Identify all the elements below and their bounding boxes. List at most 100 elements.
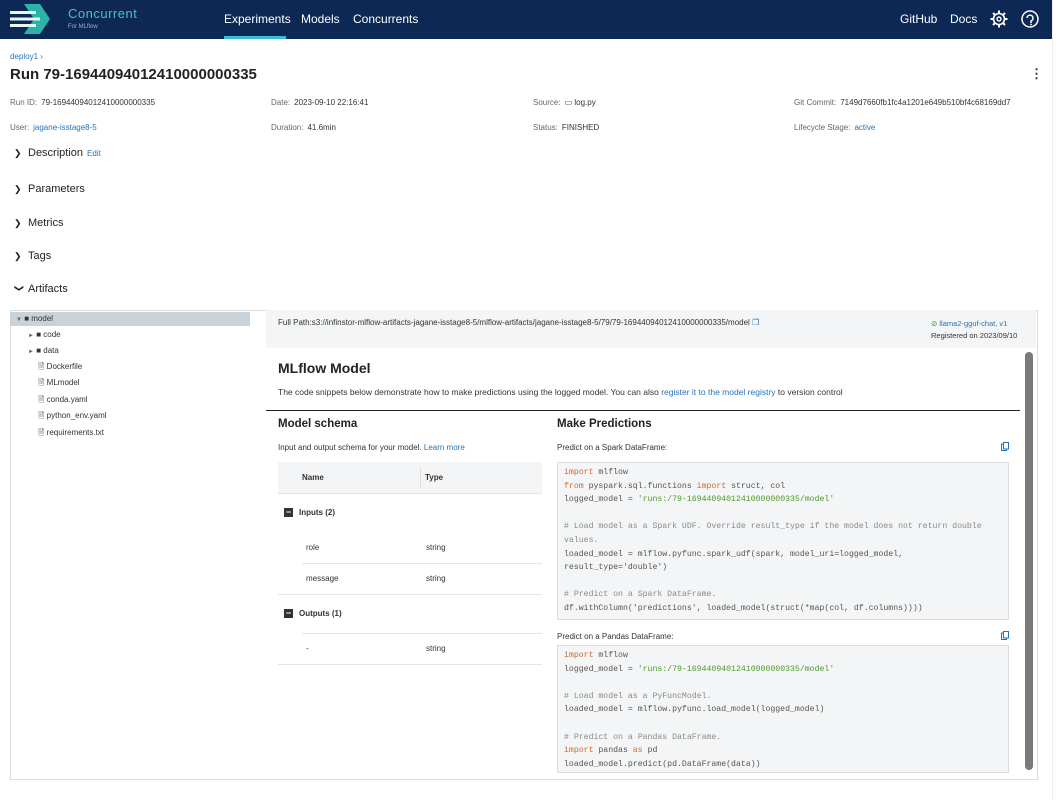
spark-code-snippet[interactable]: import mlflow from pyspark.sql.functions… — [557, 462, 1009, 620]
run-id-value: 79-16944094012410000000335 — [41, 98, 156, 107]
tree-item-label: conda.yaml — [46, 395, 88, 404]
schema-outputs-group[interactable]: − Outputs (1) — [284, 609, 342, 618]
breadcrumb-separator: › — [40, 52, 43, 61]
breadcrumb-link[interactable]: deploy1 — [10, 52, 38, 61]
collapse-icon[interactable]: − — [284, 609, 293, 618]
run-id: Run ID: 79-16944094012410000000335 — [10, 98, 155, 107]
tree-item-file[interactable]: 🗎 MLmodel — [38, 376, 80, 390]
caret-right-icon: ► — [28, 333, 34, 339]
page-title: Run 79-16944094012410000000335 — [10, 66, 257, 83]
source-value[interactable]: log.py — [574, 98, 595, 107]
column-header-name: Name — [302, 473, 324, 482]
pandas-label: Predict on a Pandas DataFrame: — [557, 632, 674, 641]
schema-description: Input and output schema for your model. … — [278, 443, 465, 452]
tree-item-model[interactable]: ▼ ■ model — [10, 312, 250, 326]
schema-inputs-group[interactable]: − Inputs (2) — [284, 508, 335, 517]
copy-icon[interactable] — [1001, 631, 1009, 640]
row-divider — [278, 594, 542, 595]
registered-model-link[interactable]: ⊘ llama2-gguf-chat, v1 — [931, 318, 1017, 330]
schema-output-name: - — [306, 644, 309, 653]
registered-on: Registered on 2023/09/10 — [931, 331, 1018, 340]
row-divider — [302, 563, 542, 564]
file-icon: 🗎 — [38, 362, 45, 371]
duration-label: Duration: — [271, 123, 304, 132]
schema-output-type: string — [426, 644, 446, 653]
full-path-text: Full Path:s3://infinstor-mlflow-artifact… — [278, 318, 750, 327]
section-metrics[interactable]: ❯ Metrics — [14, 217, 63, 229]
make-predictions-title: Make Predictions — [557, 418, 652, 430]
git-commit: Git Commit: 7149d7660fb1fc4a1201e649b510b… — [794, 98, 1011, 107]
file-icon: ▭ — [564, 98, 573, 107]
section-parameters[interactable]: ❯ Parameters — [14, 183, 85, 195]
mlflow-model-title: MLflow Model — [278, 360, 371, 376]
tree-item-code[interactable]: ► ■ code — [28, 328, 61, 342]
duration-value: 41.6min — [307, 123, 336, 132]
run-source: Source: ▭ log.py — [533, 98, 596, 107]
file-icon: 🗎 — [38, 378, 45, 387]
model-schema-title: Model schema — [278, 418, 358, 430]
support-icon[interactable] — [1021, 10, 1039, 28]
tree-item-label: requirements.txt — [46, 428, 105, 437]
nav-docs[interactable]: Docs — [950, 0, 977, 39]
brand-name: Concurrent — [68, 6, 138, 21]
brand-subtitle: For MLflow — [68, 24, 98, 30]
file-icon: 🗎 — [38, 395, 45, 404]
mlflow-model-description: The code snippets below demonstrate how … — [278, 387, 843, 397]
caret-right-icon: ► — [28, 349, 34, 355]
user-link[interactable]: jagane-isstage8-5 — [33, 123, 97, 132]
check-circle-icon: ⊘ — [931, 319, 938, 328]
chevron-right-icon: ❯ — [14, 184, 22, 194]
tree-item-file[interactable]: 🗎 conda.yaml — [38, 393, 88, 407]
window-edge — [1052, 0, 1058, 800]
more-options-icon[interactable]: ⋮ — [1030, 66, 1043, 82]
learn-more-link[interactable]: Learn more — [424, 443, 465, 452]
row-divider — [278, 664, 542, 665]
inputs-label: Inputs (2) — [299, 508, 335, 517]
registered-model-name[interactable]: llama2-gguf-chat, v1 — [939, 319, 1007, 328]
run-duration: Duration: 41.6min — [271, 123, 336, 132]
logo-icon — [10, 4, 50, 34]
tree-item-label: python_env.yaml — [46, 411, 107, 420]
nav-experiments[interactable]: Experiments — [224, 0, 291, 39]
register-model-link[interactable]: register it to the model registry — [661, 387, 775, 397]
tree-item-label: Dockerfile — [46, 362, 83, 371]
section-description[interactable]: ❯ Description Edit — [14, 147, 101, 159]
artifact-path-bar — [266, 310, 1036, 348]
lifecycle-stage: Lifecycle Stage: active — [794, 123, 875, 132]
artifact-tree: ▼ ■ model ► ■ code ► ■ data 🗎 Dockerfile… — [10, 310, 250, 780]
run-status: Status: FINISHED — [533, 123, 599, 132]
desc-text: The code snippets below demonstrate how … — [278, 387, 662, 397]
tree-item-label: code — [43, 330, 61, 339]
copy-icon[interactable]: ❐ — [752, 318, 759, 327]
caret-down-icon: ▼ — [16, 317, 22, 323]
tree-item-data[interactable]: ► ■ data — [28, 344, 59, 358]
breadcrumb[interactable]: deploy1 › — [10, 52, 43, 61]
file-icon: 🗎 — [38, 428, 45, 437]
spark-label: Predict on a Spark DataFrame: — [557, 443, 668, 452]
gear-icon[interactable] — [990, 10, 1008, 28]
status-value: FINISHED — [561, 123, 600, 132]
collapse-icon[interactable]: − — [284, 508, 293, 517]
tree-item-file[interactable]: 🗎 requirements.txt — [38, 426, 104, 440]
tree-item-file[interactable]: 🗎 Dockerfile — [38, 360, 82, 374]
schema-desc-text: Input and output schema for your model. — [278, 443, 422, 452]
nav-models[interactable]: Models — [301, 0, 340, 39]
lifecycle-value: active — [854, 123, 876, 132]
brand-logo[interactable]: Concurrent For MLflow — [10, 2, 140, 36]
pandas-code-snippet[interactable]: import mlflow logged_model = 'runs:/79-1… — [557, 645, 1009, 773]
tree-item-file[interactable]: 🗎 python_env.yaml — [38, 409, 107, 423]
section-artifacts[interactable]: ❯ Artifacts — [14, 283, 68, 295]
schema-input-type: string — [426, 543, 446, 552]
chevron-right-icon: ❯ — [14, 218, 22, 228]
nav-concurrents[interactable]: Concurrents — [353, 0, 418, 39]
run-id-label: Run ID: — [10, 98, 38, 107]
schema-input-type: string — [426, 574, 446, 583]
panel-scrollbar[interactable] — [1025, 352, 1033, 770]
section-artifacts-label: Artifacts — [28, 283, 68, 295]
copy-icon[interactable] — [1001, 442, 1009, 451]
divider — [266, 410, 1020, 411]
folder-icon: ■ — [36, 346, 42, 355]
edit-description-link[interactable]: Edit — [87, 149, 101, 158]
section-tags[interactable]: ❯ Tags — [14, 250, 51, 262]
nav-github[interactable]: GitHub — [900, 0, 937, 39]
